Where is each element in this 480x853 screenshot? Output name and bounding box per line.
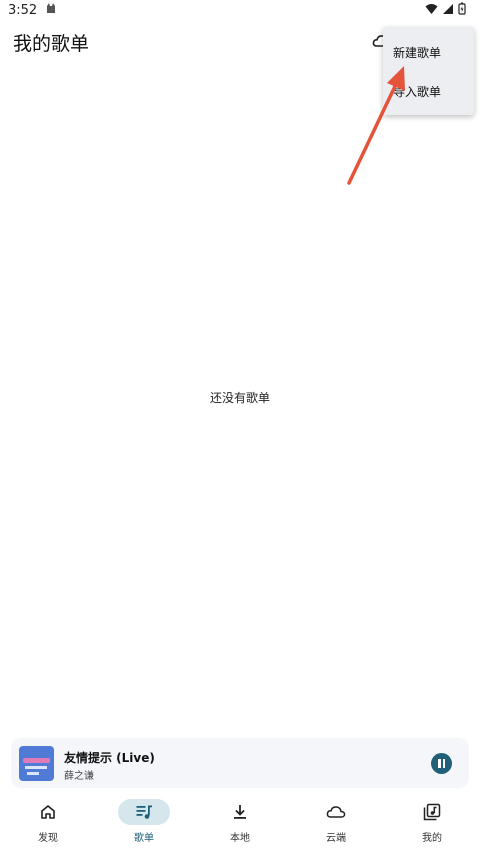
- library-icon: [406, 799, 458, 825]
- page-title: 我的歌单: [13, 32, 90, 55]
- nav-label-cloud: 云端: [326, 833, 346, 844]
- battery-icon: [458, 2, 466, 19]
- song-artist: 薛之谦: [64, 771, 94, 782]
- nav-item-playlists[interactable]: 歌单: [96, 795, 192, 845]
- nav-item-mine[interactable]: 我的: [384, 795, 480, 845]
- status-bar: 3:52: [0, 0, 480, 20]
- nav-label-mine: 我的: [422, 833, 442, 844]
- nav-item-local[interactable]: 本地: [192, 795, 288, 845]
- empty-state-text: 还没有歌单: [209, 391, 270, 405]
- cloud-icon: [310, 799, 362, 825]
- wifi-icon: [425, 3, 438, 19]
- nav-label-local: 本地: [230, 833, 250, 844]
- annotation-arrow-icon: [347, 66, 405, 185]
- playlist-icon: [118, 799, 170, 825]
- nav-label-playlists: 歌单: [134, 833, 154, 844]
- nav-label-discover: 发现: [38, 833, 58, 844]
- status-time: 3:52: [8, 2, 38, 18]
- notification-icon: [45, 2, 57, 18]
- song-title: 友情提示 (Live): [64, 751, 155, 765]
- nav-item-cloud[interactable]: 云端: [288, 795, 384, 845]
- home-icon: [22, 799, 74, 825]
- bottom-nav: 发现 歌单 本地 云端 我的: [0, 795, 480, 845]
- pause-icon[interactable]: [431, 753, 452, 774]
- download-icon: [214, 799, 266, 825]
- nav-item-discover[interactable]: 发现: [0, 795, 96, 845]
- signal-icon: [442, 3, 454, 19]
- mini-player[interactable]: 友情提示 (Live) 薛之谦: [11, 738, 469, 788]
- menu-item-new-playlist[interactable]: 新建歌单: [393, 44, 441, 61]
- status-indicators: [425, 2, 466, 19]
- album-cover[interactable]: [19, 746, 54, 781]
